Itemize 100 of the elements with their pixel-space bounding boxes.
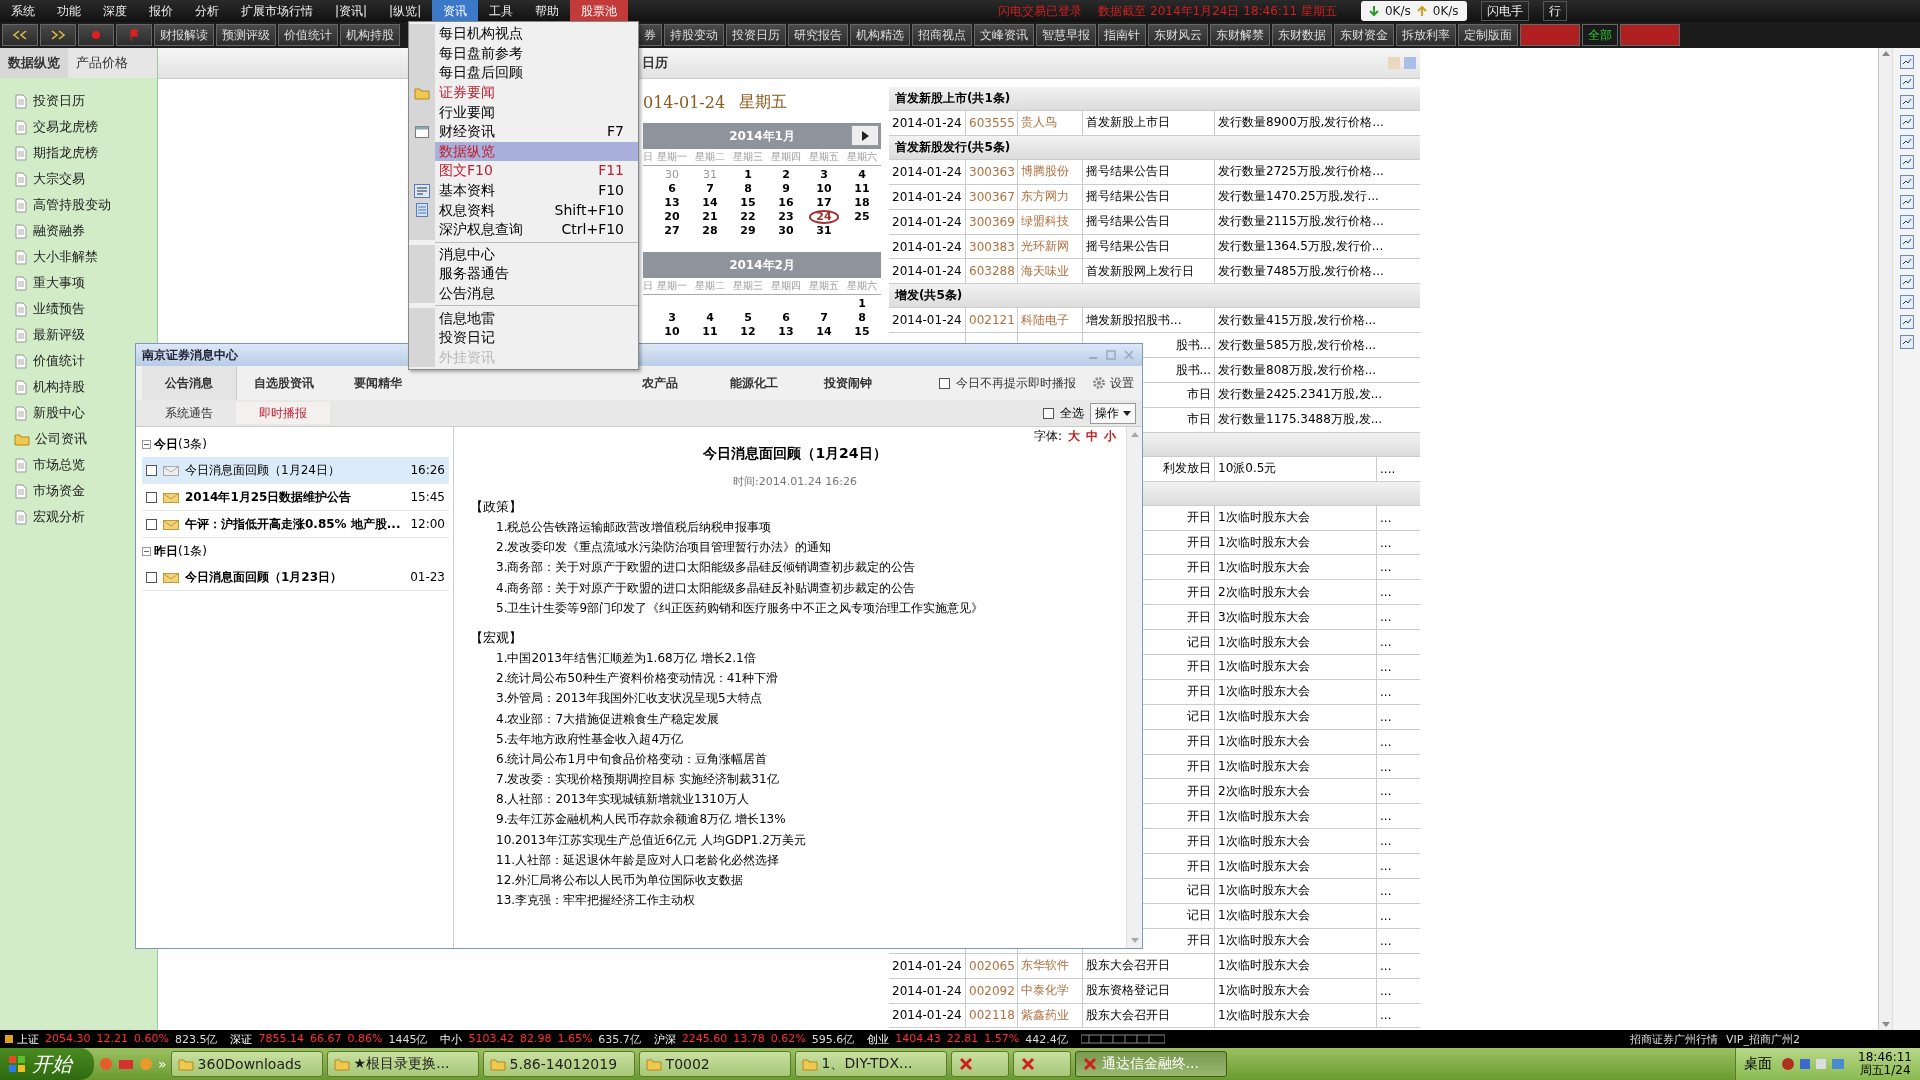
back-button[interactable]: [2, 24, 38, 46]
calendar-day[interactable]: 13: [653, 196, 691, 210]
menu-item[interactable]: 服务器通告: [409, 264, 638, 284]
calendar-day[interactable]: 24: [809, 210, 839, 224]
scrollbar[interactable]: [1126, 427, 1142, 948]
menu-item[interactable]: 分析: [184, 0, 230, 22]
calendar-day[interactable]: 10: [805, 182, 843, 196]
menu-item[interactable]: 财经资讯 F7: [409, 121, 638, 142]
menu-item[interactable]: 权息资料 Shift+F10: [409, 200, 638, 220]
calendar-day[interactable]: 20: [653, 210, 691, 224]
menu-item[interactable]: 每日盘后回顾: [409, 63, 638, 83]
calendar-day[interactable]: 7: [691, 182, 729, 196]
font-size-link[interactable]: 大: [1068, 427, 1080, 445]
checkbox[interactable]: [146, 464, 157, 476]
menu-item[interactable]: 深沪权息查询 Ctrl+F10: [409, 219, 638, 240]
toolbar-button[interactable]: 东财解禁: [1210, 24, 1270, 46]
calendar-day[interactable]: 18: [843, 196, 881, 210]
scrollbar[interactable]: [1878, 48, 1892, 1030]
tool-icon[interactable]: [1898, 194, 1915, 210]
menu-item[interactable]: 帮助: [524, 0, 571, 22]
calendar-day[interactable]: 14: [691, 196, 729, 210]
toolbar-button[interactable]: 东财资金: [1334, 24, 1394, 46]
calendar-day[interactable]: 2: [767, 168, 805, 182]
toolbar-button[interactable]: 行: [1542, 1, 1567, 21]
taskbar-button[interactable]: [1012, 1051, 1071, 1077]
toolbar-button[interactable]: 定制版面: [1458, 24, 1518, 46]
toolbar-button[interactable]: 财报解读: [154, 24, 214, 46]
toolbar-button[interactable]: [116, 24, 152, 46]
menu-item[interactable]: 信息地雷: [409, 308, 638, 328]
calendar-day[interactable]: 28: [691, 224, 729, 238]
tool-icon[interactable]: [1898, 94, 1915, 110]
menu-item[interactable]: 行业要闻: [409, 102, 638, 122]
calendar-day[interactable]: 4: [691, 311, 729, 325]
menu-item[interactable]: 资讯: [432, 0, 479, 22]
sidebar-item[interactable]: 宏观分析: [33, 508, 85, 526]
toolbar-button[interactable]: 全部: [1582, 24, 1618, 46]
calendar-day[interactable]: 1: [729, 168, 767, 182]
calendar-day[interactable]: 12: [729, 325, 767, 339]
menu-item[interactable]: 报价: [138, 0, 184, 22]
sub-tab[interactable]: 系统通告: [142, 404, 236, 422]
sidebar-item[interactable]: 重大事项: [33, 274, 85, 292]
toolbar-button[interactable]: [78, 24, 114, 46]
sidebar-item[interactable]: 市场资金: [33, 482, 85, 500]
sidebar-item[interactable]: 交易龙虎榜: [33, 118, 98, 136]
menu-item[interactable]: 每日机构视点: [409, 24, 638, 44]
toolbar-button[interactable]: 券: [638, 24, 662, 46]
calendar-day[interactable]: 11: [843, 182, 881, 196]
menu-item[interactable]: |纵览|: [378, 0, 433, 22]
menu-item[interactable]: 系统: [0, 0, 46, 22]
menu-item[interactable]: 股票池: [570, 0, 629, 22]
checkbox[interactable]: [939, 377, 950, 389]
sidebar-item[interactable]: 大宗交易: [33, 170, 85, 188]
calendar-day[interactable]: 21: [691, 210, 729, 224]
calendar-day[interactable]: 9: [767, 182, 805, 196]
tool-icon[interactable]: [1898, 214, 1915, 230]
calendar-day[interactable]: 17: [805, 196, 843, 210]
taskbar-button[interactable]: 360Downloads: [170, 1051, 323, 1077]
sidebar-item[interactable]: 最新评级: [33, 326, 85, 344]
menu-item[interactable]: 功能: [46, 0, 92, 22]
calendar-day[interactable]: 22: [729, 210, 767, 224]
calendar-day[interactable]: 8: [729, 182, 767, 196]
checkbox[interactable]: [146, 571, 157, 583]
sub-tab[interactable]: 即时播报: [236, 402, 330, 424]
toolbar-button[interactable]: 拆放利率: [1396, 24, 1456, 46]
calendar-day[interactable]: 6: [767, 311, 805, 325]
actions-dropdown[interactable]: 操作: [1090, 402, 1136, 424]
toolbar-button[interactable]: 投资日历: [726, 24, 786, 46]
calendar-day[interactable]: 7: [805, 311, 843, 325]
calendar-day[interactable]: 4: [843, 168, 881, 182]
sidebar-tab[interactable]: 产品价格: [68, 48, 136, 78]
expander-icon[interactable]: [142, 546, 151, 556]
sidebar-item[interactable]: 新股中心: [33, 404, 85, 422]
sidebar-item[interactable]: 投资日历: [33, 92, 85, 110]
tool-icon[interactable]: [1898, 254, 1915, 270]
sidebar-item[interactable]: 大小非解禁: [33, 248, 98, 266]
menu-item[interactable]: 每日盘前参考: [409, 43, 638, 64]
message-tab[interactable]: 农产品: [613, 366, 707, 400]
calendar-day[interactable]: 13: [767, 325, 805, 339]
calendar-day[interactable]: 31: [805, 224, 843, 238]
message-row[interactable]: 今日消息面回顾（1月24日） 16:26: [142, 457, 449, 484]
tool-icon[interactable]: [1898, 234, 1915, 250]
toolbar-button[interactable]: 持股变动: [664, 24, 724, 46]
sidebar-item[interactable]: 融资融券: [33, 222, 85, 240]
toolbar-button[interactable]: 预测评级: [216, 24, 276, 46]
menu-item[interactable]: 消息中心: [409, 244, 638, 265]
calendar-day[interactable]: 29: [729, 224, 767, 238]
taskbar-button[interactable]: T0002: [638, 1051, 791, 1077]
message-tab[interactable]: 投资闹钟: [801, 366, 895, 400]
toolbar-button[interactable]: 文峰资讯: [974, 24, 1034, 46]
toolbar-button[interactable]: 东财数据: [1272, 24, 1332, 46]
menu-item[interactable]: |资讯|: [324, 0, 379, 22]
desktop-button[interactable]: 桌面: [1744, 1055, 1773, 1073]
calendar-day[interactable]: 3: [805, 168, 843, 182]
menu-item[interactable]: 投资日记: [409, 327, 638, 348]
menu-item[interactable]: 证券要闻: [409, 82, 638, 103]
toolbar-button[interactable]: 指南针: [1098, 24, 1146, 46]
message-tab[interactable]: 公告消息: [142, 366, 237, 400]
tool-icon[interactable]: [1898, 114, 1915, 130]
message-row[interactable]: 2014年1月25日数据维护公告 15:45: [142, 484, 449, 511]
calendar-day[interactable]: 15: [843, 325, 881, 339]
